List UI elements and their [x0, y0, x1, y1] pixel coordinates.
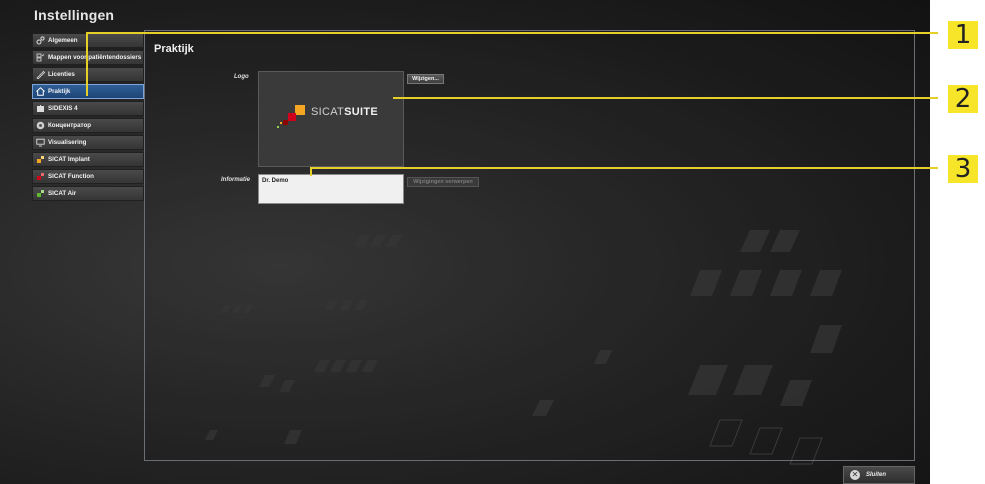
logo-wordmark: SICATSUITE — [311, 106, 378, 118]
puzzle-icon — [36, 104, 45, 113]
callout-1-leader — [86, 32, 938, 34]
settings-sidebar: Algemeen Mappen voor patiëntendossiers L… — [32, 33, 144, 203]
sidebar-item-label: Praktijk — [48, 88, 71, 95]
function-icon — [36, 172, 45, 181]
logo-preview: SICATSUITE — [258, 71, 404, 167]
sidebar-item-label: Mappen voor patiëntendossiers — [48, 54, 142, 61]
hub-icon — [36, 121, 45, 130]
gears-icon — [36, 36, 45, 45]
sidebar-item-label: Концентратор — [48, 122, 92, 129]
sidebar-item-visualisering[interactable]: Visualisering — [32, 135, 144, 150]
sidebar-item-sicat-function[interactable]: SICAT Function — [32, 169, 144, 184]
sidebar-item-label: SIDEXIS 4 — [48, 105, 78, 112]
sidebar-item-algemeen[interactable]: Algemeen — [32, 33, 144, 48]
callout-3-badge: 3 — [948, 155, 978, 183]
callout-1-leader-vertical — [86, 32, 88, 96]
close-icon: ✕ — [850, 470, 860, 480]
sidebar-item-hub[interactable]: Концентратор — [32, 118, 144, 133]
close-button-label: Sluiten — [866, 472, 887, 478]
sidebar-item-label: Licenties — [48, 71, 75, 78]
house-icon — [36, 87, 45, 96]
callout-3-leader — [310, 167, 938, 169]
folder-icon — [36, 53, 45, 62]
callout-2-badge: 2 — [948, 85, 978, 113]
window-title: Instellingen — [34, 7, 115, 23]
settings-window: Instellingen Algemeen Mappen voor patiën… — [0, 0, 930, 484]
info-label: Informatie — [221, 177, 251, 183]
sidebar-item-praktijk[interactable]: Praktijk — [32, 84, 144, 99]
info-textarea[interactable]: Dr. Demo — [258, 174, 404, 204]
sidebar-item-sicat-implant[interactable]: SICAT Implant — [32, 152, 144, 167]
sidebar-item-sicat-air[interactable]: SICAT Air — [32, 186, 144, 201]
sidebar-item-sidexis[interactable]: SIDEXIS 4 — [32, 101, 144, 116]
callout-2-leader — [393, 97, 938, 99]
sidebar-item-label: SICAT Air — [48, 190, 77, 197]
praktijk-panel: Praktijk Logo SICATSUITE Wijzigen... Inf… — [144, 30, 915, 461]
sidebar-item-label: Algemeen — [48, 37, 78, 44]
callout-1-badge: 1 — [948, 21, 978, 49]
sidebar-item-mappen[interactable]: Mappen voor patiëntendossiers — [32, 50, 144, 65]
discard-changes-button[interactable]: Wijzigingen verwerpen — [407, 177, 479, 187]
sicat-suite-logo — [277, 105, 305, 128]
sidebar-item-label: SICAT Function — [48, 173, 94, 180]
air-icon — [36, 189, 45, 198]
page-title: Praktijk — [154, 43, 194, 55]
sidebar-item-label: SICAT Implant — [48, 156, 90, 163]
change-logo-button[interactable]: Wijzigen... — [407, 74, 444, 84]
logo-label: Logo — [234, 74, 249, 80]
close-button[interactable]: ✕ Sluiten — [843, 466, 915, 484]
sidebar-item-licenties[interactable]: Licenties — [32, 67, 144, 82]
pen-icon — [36, 70, 45, 79]
callout-3-leader-vertical — [310, 167, 312, 176]
implant-icon — [36, 155, 45, 164]
monitor-icon — [36, 138, 45, 147]
sidebar-item-label: Visualisering — [48, 139, 87, 146]
